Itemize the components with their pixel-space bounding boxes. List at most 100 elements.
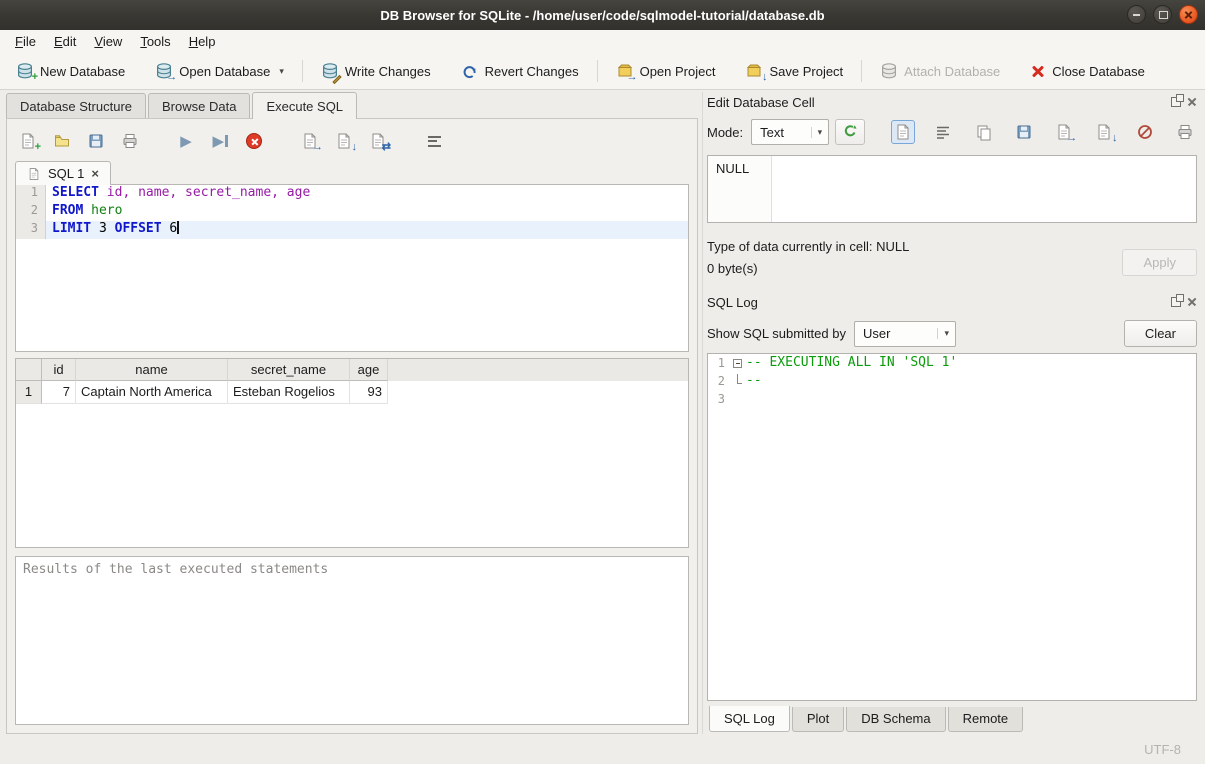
open-project-button[interactable]: → Open Project [608, 58, 724, 84]
tab-database-structure[interactable]: Database Structure [6, 93, 146, 119]
word-wrap-button[interactable] [931, 120, 955, 144]
import-icon: → [1055, 123, 1073, 141]
log-line: 3 [708, 390, 1196, 408]
revert-changes-button[interactable]: Revert Changes [453, 58, 587, 84]
panel-splitter[interactable] [702, 92, 703, 734]
results-message: Results of the last executed statements [23, 562, 328, 577]
format-sql-button[interactable] [421, 129, 447, 153]
print-cell-button[interactable] [1173, 120, 1197, 144]
minimize-icon[interactable] [1127, 5, 1146, 24]
maximize-icon[interactable] [1153, 5, 1172, 24]
log-filter-label: Show SQL submitted by [707, 326, 846, 341]
cell-name[interactable]: Captain North America [76, 381, 228, 404]
mode-select[interactable]: Text ▾ [751, 119, 829, 145]
write-changes-icon [321, 62, 339, 80]
cell-size-text: 0 byte(s) [707, 261, 1122, 276]
import-cell-button[interactable]: → [1052, 120, 1076, 144]
new-database-icon: + [16, 62, 34, 80]
float-panel-icon[interactable] [1171, 297, 1181, 307]
sql-tab[interactable]: SQL 1 × [15, 161, 111, 185]
tab-sql-log[interactable]: SQL Log [709, 706, 790, 732]
open-results-button[interactable]: → [297, 129, 323, 153]
sql-log-view[interactable]: 1 -- EXECUTING ALL IN 'SQL 1' 2 -- 3 [707, 353, 1197, 701]
cell-value: NULL [716, 161, 749, 176]
row-header[interactable]: 1 [16, 381, 42, 404]
table-row: 1 7 Captain North America Esteban Rogeli… [16, 381, 688, 404]
results-message-pane[interactable]: Results of the last executed statements [15, 556, 689, 725]
save-as-button[interactable] [1012, 120, 1036, 144]
close-database-button[interactable]: Close Database [1022, 59, 1153, 83]
line-number: 2 [16, 203, 46, 221]
text-cursor [177, 221, 179, 234]
sql-editor[interactable]: 1 SELECT id, name, secret_name, age 2 FR… [15, 184, 689, 352]
cell-id[interactable]: 7 [42, 381, 76, 404]
execute-sql-panel: + ▶ ▶ → [6, 118, 698, 734]
text-mode-button[interactable] [891, 120, 915, 144]
close-window-icon[interactable] [1179, 5, 1198, 24]
status-bar: UTF-8 [0, 734, 1205, 764]
clear-log-button[interactable]: Clear [1124, 320, 1197, 347]
column-header-age[interactable]: age [350, 359, 388, 381]
copy-button[interactable] [972, 120, 996, 144]
save-results-button[interactable]: ↓ [331, 129, 357, 153]
menu-tools[interactable]: Tools [131, 31, 179, 52]
editor-line-current: 3 LIMIT 3 OFFSET 6 [16, 221, 688, 239]
stop-icon [246, 133, 262, 149]
new-database-button[interactable]: + New Database [8, 58, 133, 84]
column-header-name[interactable]: name [76, 359, 228, 381]
menu-file[interactable]: File [6, 31, 45, 52]
apply-button: Apply [1122, 249, 1197, 276]
open-database-button[interactable]: → Open Database ▾ [147, 58, 292, 84]
open-sql-file-button[interactable] [49, 129, 75, 153]
column-header-id[interactable]: id [42, 359, 76, 381]
stop-execution-button[interactable] [241, 129, 267, 153]
close-panel-icon[interactable] [1187, 297, 1197, 307]
title-bar: DB Browser for SQLite - /home/user/code/… [0, 0, 1205, 30]
save-project-button[interactable]: ↓ Save Project [737, 58, 851, 84]
cell-secret-name[interactable]: Esteban Rogelios [228, 381, 350, 404]
fold-toggle-icon[interactable] [733, 359, 742, 368]
tab-execute-sql[interactable]: Execute SQL [252, 92, 357, 119]
new-sql-tab-button[interactable]: + [15, 129, 41, 153]
write-changes-button[interactable]: Write Changes [313, 58, 439, 84]
log-filter-select[interactable]: User ▾ [854, 321, 956, 347]
auto-switch-mode-button[interactable] [835, 119, 865, 145]
set-null-button[interactable] [1133, 120, 1157, 144]
sql-tab-icon [27, 167, 41, 181]
tab-db-schema[interactable]: DB Schema [846, 707, 945, 732]
find-replace-button[interactable]: ⇄ [365, 129, 391, 153]
encoding-indicator[interactable]: UTF-8 [1144, 742, 1181, 757]
line-number: 1 [708, 354, 730, 372]
line-number: 1 [16, 185, 46, 203]
tab-remote[interactable]: Remote [948, 707, 1024, 732]
sql-tab-bar: SQL 1 × [15, 159, 689, 185]
execute-all-button[interactable]: ▶ [173, 129, 199, 153]
column-header-secret-name[interactable]: secret_name [228, 359, 350, 381]
menu-view[interactable]: View [85, 31, 131, 52]
export-cell-button[interactable]: ↓ [1092, 120, 1116, 144]
close-panel-icon[interactable] [1187, 97, 1197, 107]
open-database-dropdown-icon[interactable]: ▾ [279, 66, 284, 77]
tab-plot[interactable]: Plot [792, 707, 844, 732]
print-sql-button[interactable] [117, 129, 143, 153]
tab-browse-data[interactable]: Browse Data [148, 93, 250, 119]
edit-cell-controls: Mode: Text ▾ → ↓ [707, 119, 1197, 145]
execute-all-icon: ▶ [180, 134, 192, 149]
menu-help[interactable]: Help [180, 31, 225, 52]
bottom-tab-bar: SQL Log Plot DB Schema Remote [707, 707, 1197, 734]
execute-current-line-button[interactable]: ▶ [207, 129, 233, 153]
right-panel: Edit Database Cell Mode: Text ▾ → ↓ NULL [707, 92, 1197, 734]
sql-tab-close-icon[interactable]: × [91, 167, 99, 180]
menu-edit[interactable]: Edit [45, 31, 85, 52]
format-sql-icon [428, 136, 441, 147]
cell-editor[interactable]: NULL [707, 155, 1197, 223]
float-panel-icon[interactable] [1171, 97, 1181, 107]
word-wrap-icon [934, 123, 952, 141]
save-sql-file-button[interactable] [83, 129, 109, 153]
execute-current-line-icon: ▶ [212, 134, 224, 149]
main-tab-area: Database Structure Browse Data Execute S… [6, 92, 698, 734]
new-sql-tab-icon: + [19, 132, 37, 150]
save-sql-file-icon [87, 132, 105, 150]
cell-age[interactable]: 93 [350, 381, 388, 404]
revert-changes-icon [461, 62, 479, 80]
